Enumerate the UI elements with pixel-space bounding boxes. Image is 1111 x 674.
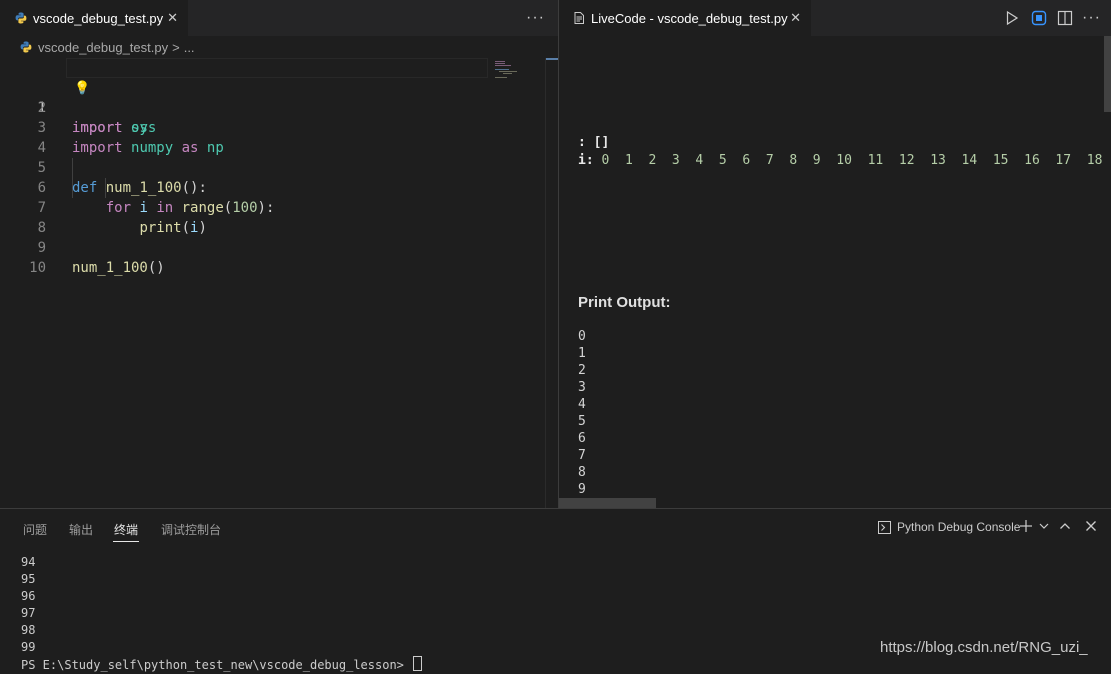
- print-output-line: 5: [578, 414, 586, 429]
- code-line: 3 import numpy as np: [0, 98, 545, 156]
- tab-debug-console[interactable]: 调试控制台: [161, 521, 221, 538]
- split-editor-icon[interactable]: [1057, 10, 1073, 26]
- right-editor-group: LiveCode - vscode_debug_test.py ✕ ··· : …: [559, 0, 1111, 508]
- terminal-line: 95: [21, 572, 36, 586]
- run-icon[interactable]: [1004, 10, 1020, 26]
- variable-row: i: 0 1 2 3 4 5 6 7 8 9 10 11 12 13 14 15…: [578, 153, 1102, 168]
- chevron-up-icon[interactable]: [1058, 519, 1072, 533]
- code-line: 9 num_1_100(): [0, 218, 545, 276]
- tab-livecode[interactable]: LiveCode - vscode_debug_test.py ✕: [559, 0, 811, 36]
- code-line: 4: [0, 118, 545, 156]
- bottom-panel: 问题 输出 终端 调试控制台 Python Debug Console 94 9…: [0, 508, 1111, 672]
- code-line: 6 for i in range(100):: [0, 158, 545, 216]
- print-output-line: 7: [578, 448, 586, 463]
- terminal-icon: [878, 520, 891, 534]
- plus-icon[interactable]: [1019, 519, 1033, 533]
- terminal-prompt: PS E:\Study_self\python_test_new\vscode_…: [21, 658, 412, 672]
- print-output-line: 9: [578, 482, 586, 497]
- python-file-icon: [20, 41, 32, 53]
- terminal-prompt-line[interactable]: PS E:\Study_self\python_test_new\vscode_…: [21, 656, 423, 674]
- tab-output[interactable]: 输出: [69, 521, 93, 538]
- left-editor-group: vscode_debug_test.py ✕ ··· vscode_debug_…: [0, 0, 559, 508]
- terminal-cursor: [413, 656, 423, 671]
- print-output-title: Print Output:: [578, 294, 671, 311]
- scrollbar-thumb[interactable]: [559, 498, 656, 508]
- breadcrumb-more[interactable]: ...: [184, 40, 195, 55]
- vertical-scrollbar[interactable]: [545, 58, 559, 508]
- code-line: 8: [0, 198, 545, 236]
- variable-row: : []: [578, 135, 609, 150]
- stop-icon[interactable]: [1031, 10, 1047, 26]
- breadcrumb: vscode_debug_test.py > ...: [0, 36, 558, 58]
- print-output-line: 4: [578, 397, 586, 412]
- close-tab-button[interactable]: ✕: [167, 10, 178, 26]
- tab-label: LiveCode - vscode_debug_test.py: [591, 10, 788, 26]
- breadcrumb-separator: >: [172, 39, 180, 55]
- tab-problems[interactable]: 问题: [23, 521, 47, 538]
- tab-vscode-debug-test[interactable]: vscode_debug_test.py ✕: [0, 0, 188, 36]
- print-output-line: 2: [578, 363, 586, 378]
- code-line: 7 print(i): [0, 178, 545, 236]
- terminal-line: 96: [21, 589, 36, 603]
- watermark: https://blog.csdn.net/RNG_uzi_: [880, 639, 1088, 656]
- more-actions-button[interactable]: ···: [1082, 9, 1101, 27]
- tab-terminal[interactable]: 终端: [114, 521, 138, 538]
- print-output-line: 0: [578, 329, 586, 344]
- variable-value: 0 1 2 3 4 5 6 7 8 9 10 11 12 13 14 15 16…: [601, 153, 1103, 168]
- terminal-line: 97: [21, 606, 36, 620]
- horizontal-scrollbar[interactable]: [559, 498, 1111, 508]
- terminal-name: Python Debug Console: [897, 520, 1021, 534]
- python-file-icon: [15, 12, 27, 24]
- terminal-selector[interactable]: Python Debug Console: [878, 520, 1020, 534]
- close-tab-button[interactable]: ✕: [790, 10, 801, 26]
- chevron-down-icon[interactable]: [1037, 519, 1051, 533]
- code-line: 1 import os: [0, 58, 545, 136]
- terminal-line: 94: [21, 555, 36, 569]
- minimap[interactable]: [492, 58, 545, 508]
- variable-name: :: [578, 135, 594, 150]
- print-output-line: 1: [578, 346, 586, 361]
- left-tab-bar: vscode_debug_test.py ✕ ···: [0, 0, 558, 36]
- active-tab-indicator: [113, 541, 139, 542]
- right-tab-bar: LiveCode - vscode_debug_test.py ✕ ···: [559, 0, 1111, 36]
- vertical-scrollbar-thumb[interactable]: [1104, 36, 1111, 112]
- code-editor[interactable]: 1 import os 2 import sys 3 import numpy …: [0, 58, 545, 508]
- line-number: 10: [29, 260, 46, 276]
- tab-label: vscode_debug_test.py: [33, 10, 164, 26]
- code-line: 10: [0, 238, 545, 276]
- print-output-line: 6: [578, 431, 586, 446]
- close-icon[interactable]: [1084, 519, 1098, 533]
- code-line: 5 def num_1_100():: [0, 138, 545, 196]
- terminal-line: 98: [21, 623, 36, 637]
- current-line-highlight: [66, 58, 488, 78]
- document-icon: [574, 12, 584, 24]
- terminal-line: 99: [21, 640, 36, 654]
- variable-value: []: [593, 135, 610, 150]
- livecode-output: : [] i: 0 1 2 3 4 5 6 7 8 9 10 11 12 13 …: [559, 36, 1104, 498]
- print-output-line: 3: [578, 380, 586, 395]
- breadcrumb-file[interactable]: vscode_debug_test.py: [38, 40, 168, 55]
- variable-name: i:: [578, 153, 602, 168]
- more-actions-button[interactable]: ···: [526, 9, 545, 27]
- print-output-line: 8: [578, 465, 586, 480]
- lightbulb-icon[interactable]: 💡: [74, 80, 90, 96]
